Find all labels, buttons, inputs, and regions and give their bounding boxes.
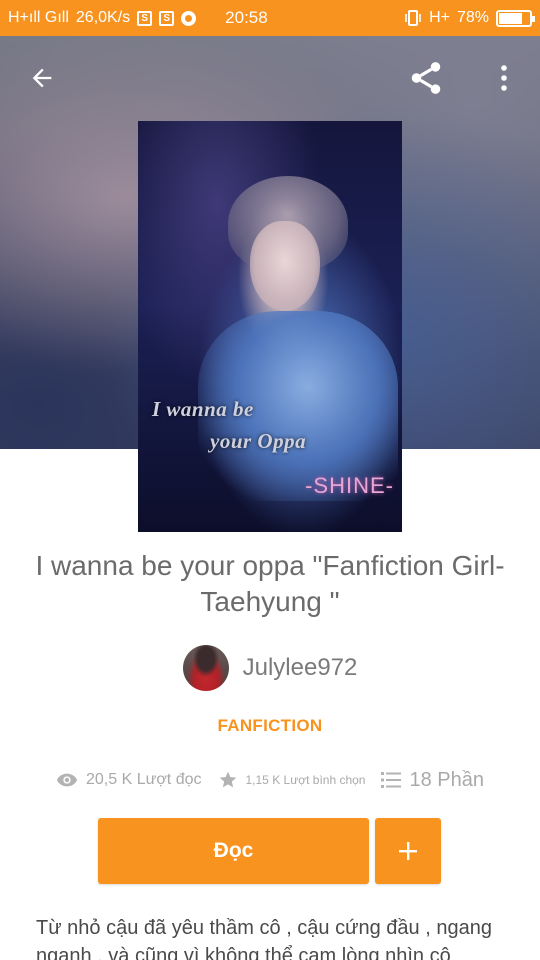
chrome-icon [181, 10, 197, 26]
category-tag[interactable]: FANFICTION [0, 716, 540, 736]
notification-icon-2: S [159, 10, 175, 26]
battery-fill [499, 12, 523, 24]
plus-icon [399, 842, 417, 860]
arrow-left-icon [32, 68, 52, 88]
votes-count: 1,15 K Lượt bình chọn [245, 773, 366, 787]
read-button-label: Đọc [213, 839, 254, 862]
reads-count: 20,5 K Lượt đọc [86, 771, 202, 788]
cover-figure-face [250, 221, 320, 311]
status-left: H+ıll Gıll 26,0K/s S S 20:58 [8, 8, 268, 28]
author-avatar[interactable] [182, 645, 229, 691]
cover-title-line2: your Oppa [210, 429, 307, 453]
battery-icon [496, 9, 535, 27]
battery-percent: 78% [456, 9, 489, 26]
network-speed: 26,0K/s [75, 9, 131, 26]
story-description: Từ nhỏ cậu đã yêu thầm cô , cậu cứng đầu… [36, 917, 492, 960]
star-icon [219, 771, 236, 788]
cover-signature: -SHINE- [305, 473, 394, 498]
eye-icon [56, 773, 78, 787]
clock: 20:58 [225, 8, 268, 27]
back-button[interactable] [22, 58, 62, 98]
story-title: I wanna be your oppa "Fanfiction Girl-Ta… [35, 550, 505, 617]
read-button[interactable]: Đọc [98, 818, 369, 884]
author-name[interactable]: Julylee972 [243, 654, 358, 682]
network-type: H+ [429, 9, 450, 26]
status-right: H+ 78% [404, 9, 535, 27]
share-icon [411, 62, 441, 94]
cover-title: I wanna be your Oppa [150, 393, 390, 457]
add-to-library-button[interactable] [375, 818, 441, 884]
parts-count: 18 Phần [409, 768, 484, 791]
signal-indicator: H+ıll Gıll [8, 9, 69, 26]
list-icon [381, 772, 402, 788]
book-cover[interactable]: I wanna be your Oppa -SHINE- [138, 121, 402, 532]
votes-stat: 1,15 K Lượt bình chọn [218, 770, 366, 790]
share-button[interactable] [406, 58, 446, 98]
vibrate-icon [405, 10, 421, 26]
author-row[interactable]: Julylee972 [0, 644, 540, 692]
parts-stat: 18 Phần [381, 769, 484, 792]
story-stats: 20,5 K Lượt đọc 1,15 K Lượt bình chọn 18… [0, 764, 540, 796]
notification-icon: S [137, 10, 153, 26]
more-vertical-icon [501, 65, 507, 91]
status-bar: H+ıll Gıll 26,0K/s S S 20:58 H+ 78% [0, 0, 540, 36]
reads-stat: 20,5 K Lượt đọc [56, 771, 202, 789]
cover-title-line1: I wanna be [152, 397, 254, 421]
more-options-button[interactable] [484, 58, 524, 98]
